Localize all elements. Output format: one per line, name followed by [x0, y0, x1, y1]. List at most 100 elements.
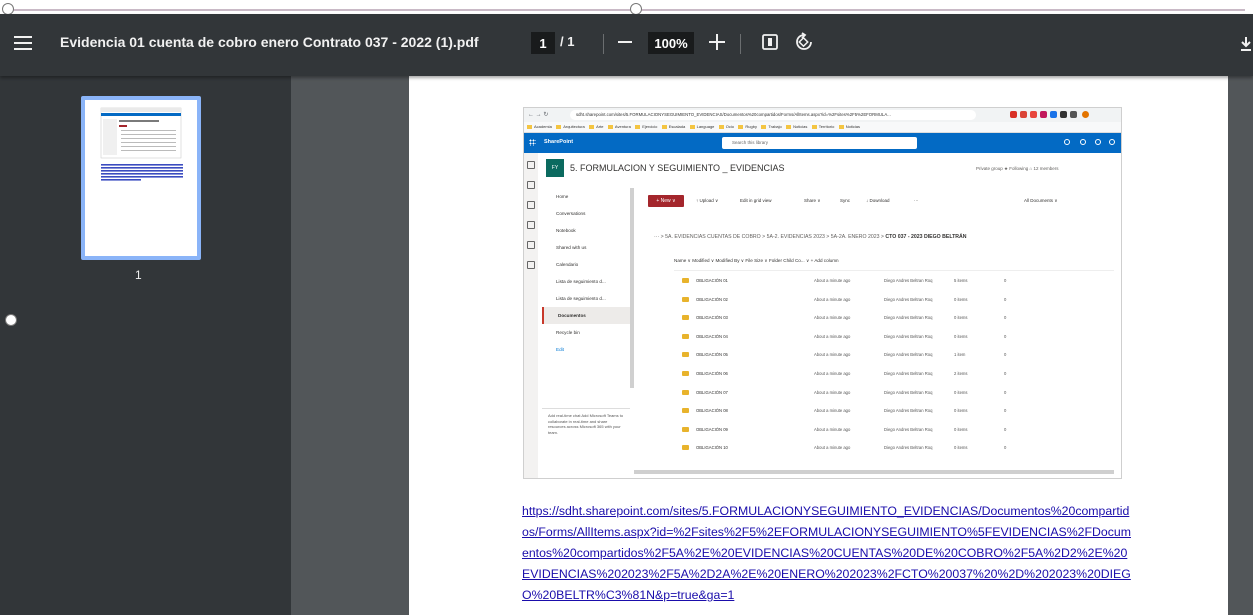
bookmark: Rugby: [738, 122, 757, 132]
row-size: 5 items: [954, 278, 968, 283]
page-thumbnail[interactable]: [81, 96, 201, 260]
grid-command: Edit in grid view: [740, 198, 772, 203]
row-modified-by: Diego Andres Beltran Roq: [884, 389, 933, 395]
folder-icon: [682, 426, 689, 432]
row-size: 0 items: [954, 426, 968, 432]
table-row: OBLIGACIÓN 01 About a minute ago Diego And…: [674, 272, 1114, 290]
row-modified: About a minute ago: [814, 371, 851, 376]
row-name: OBLIGACIÓN 01: [696, 278, 728, 283]
row-name: OBLIGACIÓN 02: [696, 296, 728, 302]
settings-icon: [1080, 139, 1086, 145]
table-row: OBLIGACIÓN 09 About a minute ago Diego And…: [674, 421, 1114, 439]
row-name: OBLIGACIÓN 10: [696, 445, 728, 451]
sharepoint-link[interactable]: https://sdht.sharepoint.com/sites/5.FORM…: [522, 501, 1132, 606]
column-header: Modified ∨: [692, 258, 715, 263]
page-count: / 1: [560, 34, 575, 49]
row-modified-by: Diego Andres Beltran Roq: [884, 315, 933, 321]
browser-address-bar: ← → ↻ sdht.sharepoint.com/sites/5.FORMUL…: [524, 108, 1121, 122]
toolbar-divider: [740, 34, 741, 54]
extension-icon: [1040, 111, 1047, 118]
zoom-level-input[interactable]: 100%: [648, 32, 694, 54]
site-logo: FY: [546, 159, 564, 177]
extension-icon: [1020, 111, 1027, 118]
table-row: OBLIGACIÓN 05 About a minute ago Diego And…: [674, 346, 1114, 364]
row-name: OBLIGACIÓN 08: [696, 408, 728, 414]
sharepoint-suite-bar: SharePoint Search this library: [524, 133, 1121, 153]
row-size: 0 items: [954, 389, 968, 395]
resize-handle-middle-left[interactable]: [5, 314, 17, 326]
extension-icon: [1030, 111, 1037, 118]
row-modified-by: Diego Andres Beltran Roq: [884, 371, 933, 376]
nav-item: Lista de seguimiento d...: [556, 279, 606, 284]
row-modified: About a minute ago: [814, 389, 851, 395]
sharepoint-app-rail: [524, 153, 538, 478]
row-children: 0: [1004, 333, 1007, 339]
bookmarks-bar: Academia Arquitectura Arte Aventura Ejer…: [524, 122, 1121, 133]
column-header: Name ∨: [674, 258, 691, 263]
pdf-page: ← → ↻ sdht.sharepoint.com/sites/5.FORMUL…: [409, 76, 1228, 615]
row-modified: About a minute ago: [814, 296, 851, 302]
table-row: OBLIGACIÓN 07 About a minute ago Diego And…: [674, 384, 1114, 402]
breadcrumb-path: ··· > 5A. EVIDENCIAS CUENTAS DE COBRO > …: [654, 234, 884, 240]
page-number-input[interactable]: 1: [531, 32, 555, 54]
nav-item: Recycle bin: [556, 330, 580, 335]
row-children: 0: [1004, 371, 1007, 376]
fit-to-page-icon[interactable]: [761, 33, 779, 56]
row-modified-by: Diego Andres Beltran Roq: [884, 352, 933, 358]
nav-item: Notebook: [556, 228, 576, 233]
row-children: 0: [1004, 426, 1007, 432]
row-name: OBLIGACIÓN 07: [696, 389, 728, 395]
table-row: OBLIGACIÓN 10 About a minute ago Diego And…: [674, 439, 1114, 457]
row-modified: About a minute ago: [814, 333, 851, 339]
folder-icon: [682, 296, 689, 302]
folder-icon: [682, 278, 689, 283]
row-modified: About a minute ago: [814, 352, 851, 358]
table-row: OBLIGACIÓN 06 About a minute ago Diego And…: [674, 365, 1114, 383]
add-icon: [527, 261, 535, 269]
sharepoint-search: Search this library: [722, 137, 917, 149]
row-children: 0: [1004, 408, 1007, 414]
zoom-out-icon[interactable]: [618, 41, 632, 43]
column-header: + Add column: [810, 258, 839, 263]
column-header: Folder Child Co... ∨: [768, 258, 810, 263]
download-icon[interactable]: [1240, 36, 1252, 57]
library-breadcrumb: ··· > 5A. EVIDENCIAS CUENTAS DE COBRO > …: [654, 234, 967, 240]
folder-icon: [682, 408, 689, 414]
row-modified-by: Diego Andres Beltran Roq: [884, 426, 933, 432]
row-modified-by: Diego Andres Beltran Roq: [884, 408, 933, 414]
extension-icon: [1010, 111, 1017, 118]
extension-icon: [1060, 111, 1067, 118]
table-row: OBLIGACIÓN 03 About a minute ago Diego And…: [674, 309, 1114, 327]
browser-url: sdht.sharepoint.com/sites/5.FORMULACIONY…: [570, 110, 976, 120]
row-name: OBLIGACIÓN 05: [696, 352, 728, 358]
row-size: 2 items: [954, 371, 968, 376]
app-launcher-icon: [529, 139, 536, 146]
bookmark: Aventura: [608, 122, 631, 132]
row-modified-by: Diego Andres Beltran Roq: [884, 296, 933, 302]
column-header: Modified By ∨: [715, 258, 745, 263]
download-command: ↓ Download: [866, 198, 890, 203]
nav-item-active: Documentos: [542, 307, 630, 324]
table-row: OBLIGACIÓN 02 About a minute ago Diego And…: [674, 291, 1114, 309]
sharepoint-brand: SharePoint: [544, 139, 574, 145]
table-row: OBLIGACIÓN 04 About a minute ago Diego And…: [674, 328, 1114, 346]
menu-icon[interactable]: [14, 36, 32, 50]
row-size: 1 item: [954, 352, 966, 358]
row-modified-by: Diego Andres Beltran Roq: [884, 278, 933, 283]
bookmark: Trabajo: [761, 122, 781, 132]
command-bar: + New ∨ ↑ Upload ∨ Edit in grid view Sha…: [644, 194, 1114, 208]
account-icon: [1109, 139, 1115, 145]
zoom-in-icon[interactable]: [709, 34, 725, 50]
row-modified: About a minute ago: [814, 315, 851, 321]
bookmark: Academia: [527, 122, 552, 132]
row-children: 0: [1004, 389, 1007, 395]
sync-command: Sync: [840, 198, 851, 203]
column-header: File Size ∨: [745, 258, 768, 263]
home-icon: [527, 161, 535, 169]
rotate-icon[interactable]: [794, 32, 814, 57]
row-size: 0 items: [954, 315, 968, 321]
teams-chat-card: Add real-time chat Add Microsoft Teams t…: [542, 408, 630, 473]
extension-icon: [1050, 111, 1057, 118]
toolbar-divider: [603, 34, 604, 54]
thumbnail-page-number: 1: [135, 268, 142, 282]
